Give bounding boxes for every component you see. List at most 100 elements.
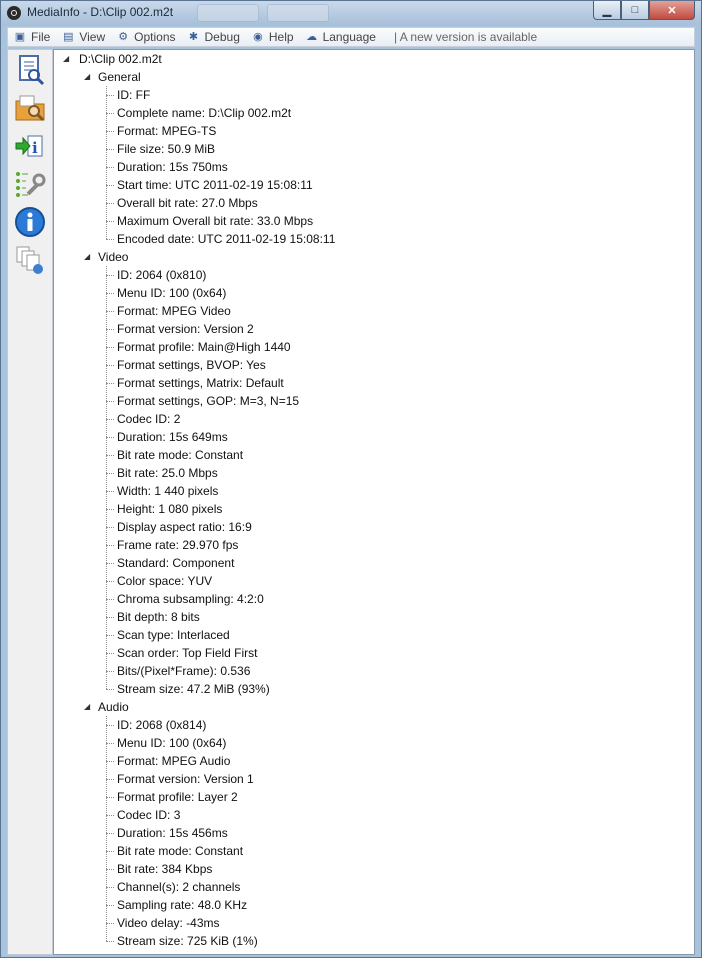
tree-item[interactable]: ID: FF: [117, 86, 150, 104]
tree-item[interactable]: Bit rate: 384 Kbps: [117, 860, 212, 878]
tree-item[interactable]: Channel(s): 2 channels: [117, 878, 240, 896]
tree-item[interactable]: Bit depth: 8 bits: [117, 608, 200, 626]
tree-connector: [106, 365, 114, 366]
menu-view[interactable]: ▤ View: [56, 30, 111, 44]
window-controls: ▁ □ ✕: [593, 1, 695, 20]
tree-item[interactable]: Format profile: Layer 2: [117, 788, 238, 806]
expand-arrow-icon[interactable]: ◢: [63, 50, 71, 68]
tree-section-general[interactable]: General: [98, 68, 141, 86]
tree-connector: [106, 293, 114, 294]
tree-connector: [106, 131, 114, 132]
tree-connector: [106, 725, 114, 726]
tree-item[interactable]: Complete name: D:\Clip 002.m2t: [117, 104, 291, 122]
tree-connector: [106, 509, 114, 510]
menu-debug[interactable]: ✱ Debug: [182, 30, 246, 44]
tree-connector: [106, 851, 114, 852]
tree-item[interactable]: Maximum Overall bit rate: 33.0 Mbps: [117, 212, 313, 230]
tree-item[interactable]: Video delay: -43ms: [117, 914, 220, 932]
tree-item[interactable]: Stream size: 47.2 MiB (93%): [117, 680, 270, 698]
tree-item[interactable]: Duration: 15s 456ms: [117, 824, 228, 842]
tree-item[interactable]: Sampling rate: 48.0 KHz: [117, 896, 247, 914]
tree-item[interactable]: Start time: UTC 2011-02-19 15:08:11: [117, 176, 313, 194]
tree-item[interactable]: Bit rate: 25.0 Mbps: [117, 464, 218, 482]
new-version-notice[interactable]: | A new version is available: [394, 30, 537, 44]
tree-item[interactable]: Frame rate: 29.970 fps: [117, 536, 238, 554]
open-folder-icon[interactable]: [14, 92, 46, 124]
tree-item[interactable]: Width: 1 440 pixels: [117, 482, 218, 500]
tree-section-audio[interactable]: Audio: [98, 698, 129, 716]
expand-arrow-icon[interactable]: ◢: [84, 698, 92, 716]
tree-item[interactable]: Bit rate mode: Constant: [117, 446, 243, 464]
tree-item[interactable]: Format settings, GOP: M=3, N=15: [117, 392, 299, 410]
menu-help[interactable]: ◉ Help: [246, 30, 300, 44]
tree-item[interactable]: Format settings, Matrix: Default: [117, 374, 284, 392]
tree-item[interactable]: Codec ID: 2: [117, 410, 180, 428]
tree-connector: [106, 167, 114, 168]
menu-language[interactable]: ☁ Language: [300, 30, 382, 44]
tree-item[interactable]: Height: 1 080 pixels: [117, 500, 222, 518]
file-icon: ▣: [14, 30, 26, 43]
tree-item[interactable]: Format settings, BVOP: Yes: [117, 356, 266, 374]
info-tree-panel[interactable]: ◢ D:\Clip 002.m2t ◢ General ID: FF Complete n…: [53, 49, 695, 955]
expand-arrow-icon[interactable]: ◢: [84, 248, 92, 266]
tree-connector: [106, 311, 114, 312]
export-icon[interactable]: i: [14, 130, 46, 162]
tree-item[interactable]: Color space: YUV: [117, 572, 212, 590]
tree-connector: [106, 563, 114, 564]
tree-item[interactable]: Chroma subsampling: 4:2:0: [117, 590, 264, 608]
tree-item[interactable]: Format profile: Main@High 1440: [117, 338, 291, 356]
tree-item[interactable]: ID: 2068 (0x814): [117, 716, 206, 734]
tree-connector: [106, 635, 114, 636]
svg-text:i: i: [32, 139, 38, 157]
tree-connector: [106, 689, 114, 690]
tree-item[interactable]: Duration: 15s 649ms: [117, 428, 228, 446]
tree-item[interactable]: ID: 2064 (0x810): [117, 266, 206, 284]
tree-item[interactable]: Overall bit rate: 27.0 Mbps: [117, 194, 258, 212]
tree-item[interactable]: Menu ID: 100 (0x64): [117, 284, 226, 302]
tree-item[interactable]: Menu ID: 100 (0x64): [117, 734, 226, 752]
tree-section-video[interactable]: Video: [98, 248, 128, 266]
tree-item[interactable]: File size: 50.9 MiB: [117, 140, 215, 158]
tree-item[interactable]: Encoded date: UTC 2011-02-19 15:08:11: [117, 230, 335, 248]
tree-item[interactable]: Duration: 15s 750ms: [117, 158, 228, 176]
tree-item[interactable]: Format version: Version 2: [117, 320, 254, 338]
tree-connector: [106, 887, 114, 888]
title-bar[interactable]: MediaInfo - D:\Clip 002.m2t ▁ □ ✕: [1, 1, 701, 25]
tree-connector: [106, 455, 114, 456]
tree-item[interactable]: Format: MPEG Video: [117, 302, 231, 320]
about-icon[interactable]: [14, 206, 46, 238]
tree-item[interactable]: Scan order: Top Field First: [117, 644, 258, 662]
tree-connector: [106, 113, 114, 114]
tree-item[interactable]: Scan type: Interlaced: [117, 626, 230, 644]
tree-item[interactable]: Bit rate mode: Constant: [117, 842, 243, 860]
open-file-icon[interactable]: [14, 54, 46, 86]
menu-language-label: Language: [322, 30, 376, 44]
tree-item[interactable]: Format version: Version 1: [117, 770, 254, 788]
tree-connector: [106, 383, 114, 384]
maximize-button[interactable]: □: [621, 1, 649, 20]
menu-file-label: File: [31, 30, 51, 44]
tree-connector: [106, 149, 114, 150]
menu-options-label: Options: [134, 30, 176, 44]
sheet-icon[interactable]: [14, 244, 46, 276]
minimize-button[interactable]: ▁: [593, 1, 621, 20]
close-button[interactable]: ✕: [649, 1, 695, 20]
preferences-icon[interactable]: [14, 168, 46, 200]
tree-item[interactable]: Stream size: 725 KiB (1%): [117, 932, 258, 950]
tree-connector: [106, 95, 114, 96]
tree-item[interactable]: Format: MPEG-TS: [117, 122, 216, 140]
tree-item[interactable]: Display aspect ratio: 16:9: [117, 518, 252, 536]
tree-item[interactable]: Codec ID: 3: [117, 806, 180, 824]
menu-file[interactable]: ▣ File: [8, 30, 56, 44]
tree-connector: [106, 221, 114, 222]
tree-connector: [106, 203, 114, 204]
tree-root[interactable]: D:\Clip 002.m2t: [79, 50, 162, 68]
tree-item[interactable]: Bits/(Pixel*Frame): 0.536: [117, 662, 250, 680]
menu-options[interactable]: ⚙ Options: [111, 30, 181, 44]
tree-connector: [106, 239, 114, 240]
tree-item[interactable]: Standard: Component: [117, 554, 234, 572]
expand-arrow-icon[interactable]: ◢: [84, 68, 92, 86]
tree-item[interactable]: Format: MPEG Audio: [117, 752, 230, 770]
tree-connector: [106, 905, 114, 906]
menu-view-label: View: [79, 30, 106, 44]
